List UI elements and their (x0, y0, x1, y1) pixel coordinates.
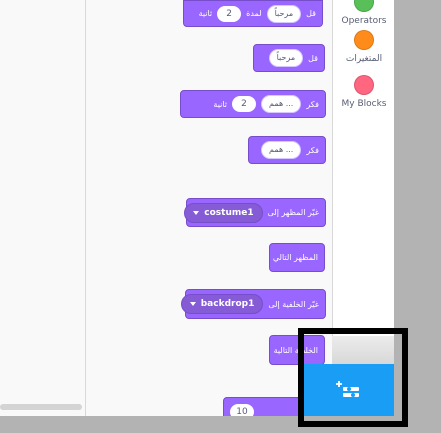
think-for-secs-block[interactable]: ثانية 2 همم ... فكر (180, 90, 326, 118)
say-block[interactable]: مرحباً قل (253, 44, 325, 72)
block-label: غيّر المظهر إلى (267, 208, 319, 217)
block-prefix: فكر (306, 99, 319, 109)
block-suffix: ثانية (213, 99, 227, 109)
block-label: المظهر التالي (272, 253, 318, 262)
block-label: غيّر الخلفية إلى (268, 299, 319, 309)
category-variables[interactable]: المتغيرات (333, 30, 394, 64)
think-block[interactable]: همم ... فكر (248, 136, 326, 164)
switch-costume-block[interactable]: غيّر المظهر إلى costume1 (184, 198, 326, 227)
text-input[interactable]: مرحباً (268, 49, 304, 67)
next-costume-block[interactable]: المظهر التالي (269, 243, 325, 272)
block-palette[interactable]: ثانية 2 لمدة مرحباً قل مرحباً قل ثانية 2… (86, 0, 332, 416)
dropdown-arrow-icon (189, 302, 196, 306)
category-label: المتغيرات (345, 54, 383, 64)
dropdown-value: backdrop1 (200, 299, 255, 309)
script-area[interactable] (0, 0, 86, 416)
block-prefix: فكر (306, 145, 319, 155)
block-prefix: قل (306, 9, 316, 18)
backdrop-dropdown[interactable]: backdrop1 (180, 294, 264, 314)
dropdown-value: costume1 (204, 207, 254, 218)
variables-color-dot (354, 30, 374, 50)
number-input[interactable]: 10 (230, 404, 254, 416)
category-label: My Blocks (341, 99, 387, 109)
say-for-secs-block[interactable]: ثانية 2 لمدة مرحباً قل (183, 0, 323, 27)
text-input[interactable]: همم ... (261, 95, 302, 113)
text-input[interactable]: همم ... (261, 141, 302, 159)
category-label: Operators (341, 16, 387, 26)
highlight-box (298, 328, 408, 427)
my-blocks-color-dot (354, 75, 374, 95)
switch-backdrop-block[interactable]: غيّر الخلفية إلى backdrop1 (180, 289, 326, 319)
block-mid: لمدة (246, 9, 262, 18)
text-input[interactable]: مرحباً (266, 4, 302, 23)
category-operators[interactable]: Operators (333, 0, 394, 26)
number-input[interactable]: 2 (232, 96, 256, 112)
block-prefix: قل (308, 53, 318, 63)
number-input[interactable]: 2 (217, 5, 242, 22)
dropdown-arrow-icon (193, 210, 200, 215)
block-suffix: ثانية (198, 9, 213, 18)
operators-color-dot (354, 0, 374, 12)
horizontal-scrollbar[interactable] (0, 404, 82, 410)
category-my-blocks[interactable]: My Blocks (333, 75, 394, 109)
costume-dropdown[interactable]: costume1 (184, 202, 263, 223)
